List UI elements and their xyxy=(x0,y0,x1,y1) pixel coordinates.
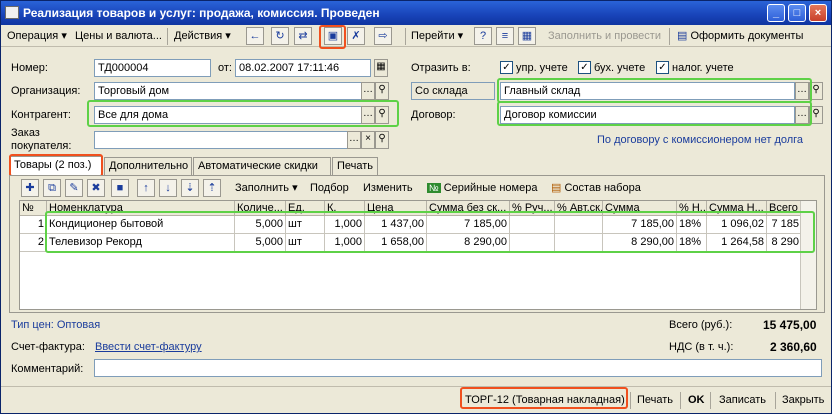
move-up-icon[interactable]: ↑ xyxy=(137,179,155,197)
customer-order-field[interactable] xyxy=(94,131,348,149)
warehouse-mode-select[interactable]: Со склада xyxy=(411,82,495,100)
comment-field[interactable] xyxy=(94,359,822,377)
close-window-button[interactable]: × xyxy=(809,4,827,22)
organization-select-button[interactable]: … xyxy=(361,82,375,100)
ok-button[interactable]: OK xyxy=(688,391,705,410)
torg12-highlight xyxy=(460,387,628,409)
tab-additional[interactable]: Дополнительно xyxy=(104,157,192,176)
counterparty-highlight xyxy=(87,100,399,127)
goto-menu[interactable]: Перейти ▾ xyxy=(411,28,463,45)
tab-auto-discounts[interactable]: Автоматические скидки xyxy=(193,157,331,176)
operation-menu[interactable]: Операция ▾ xyxy=(7,28,67,45)
serial-numbers-icon: № xyxy=(427,183,441,193)
calendar-icon[interactable]: ▦ xyxy=(374,59,388,77)
window-title: Реализация товаров и услуг: продажа, ком… xyxy=(23,6,380,20)
order-select-button[interactable]: … xyxy=(347,131,361,149)
organization-label: Организация: xyxy=(11,85,81,97)
delete-row-icon[interactable]: ✖ xyxy=(87,179,105,197)
contract-highlight xyxy=(497,101,812,126)
tax-accounting-checkbox[interactable]: ✓ xyxy=(656,61,669,74)
change-button[interactable]: Изменить xyxy=(363,180,413,197)
main-toolbar: Операция ▾ Цены и валюта... Действия ▾ ←… xyxy=(1,25,831,49)
save-button[interactable]: Записать xyxy=(719,391,766,410)
make-documents-button[interactable]: ▤ Оформить документы xyxy=(677,28,803,45)
kit-icon: ▤ xyxy=(551,182,562,194)
kit-contents-button[interactable]: ▤ Состав набора xyxy=(551,180,641,197)
date-field[interactable]: 08.02.2007 17:11:46 xyxy=(235,59,371,77)
table-cell[interactable]: 1 xyxy=(20,216,47,234)
toolbar-separator xyxy=(167,28,168,45)
mgmt-accounting-checkbox[interactable]: ✓ xyxy=(500,61,513,74)
prices-currency-button[interactable]: Цены и валюта... xyxy=(75,28,162,45)
structure-icon[interactable]: ≡ xyxy=(496,27,514,45)
post-icon-highlight xyxy=(319,25,346,49)
subordinate-docs-icon[interactable]: ▦ xyxy=(518,27,536,45)
date-label: от: xyxy=(218,62,232,74)
reflect-label: Отразить в: xyxy=(411,62,471,74)
number-label: Номер: xyxy=(11,62,48,74)
copy-row-icon[interactable]: ⧉ xyxy=(43,179,61,197)
column-header[interactable]: № xyxy=(20,201,47,216)
maximize-button[interactable]: □ xyxy=(788,4,806,22)
fill-menu[interactable]: Заполнить ▾ xyxy=(235,180,298,197)
move-down-icon[interactable]: ↓ xyxy=(159,179,177,197)
contract-label: Договор: xyxy=(411,109,456,121)
commission-debt-link[interactable]: По договору с комиссионером нет долга xyxy=(597,134,803,146)
mgmt-accounting-label: упр. учете xyxy=(516,62,568,74)
goods-tab-highlight xyxy=(9,154,103,177)
vat-value: 2 360,60 xyxy=(770,340,817,354)
tax-accounting-label: налог. учете xyxy=(672,62,734,74)
add-row-icon[interactable]: ✚ xyxy=(21,179,39,197)
price-type-link[interactable]: Тип цен: Оптовая xyxy=(11,319,100,331)
document-window: Реализация товаров и услуг: продажа, ком… xyxy=(0,0,832,414)
total-label: Всего (руб.): xyxy=(669,319,733,331)
sort-desc-icon[interactable]: ⇡ xyxy=(203,179,221,197)
edit-row-icon[interactable]: ✎ xyxy=(65,179,83,197)
comment-label: Комментарий: xyxy=(11,363,84,375)
invoice-label: Счет-фактура: xyxy=(11,341,85,353)
accounting-checkbox[interactable]: ✓ xyxy=(578,61,591,74)
actions-menu[interactable]: Действия ▾ xyxy=(174,28,231,45)
accounting-label: бух. учете xyxy=(594,62,646,74)
order-clear-icon[interactable]: × xyxy=(361,131,375,149)
toolbar-separator xyxy=(630,392,631,409)
toolbar-separator xyxy=(775,392,776,409)
close-button[interactable]: Закрыть xyxy=(782,391,824,410)
table-cell[interactable]: 2 xyxy=(20,234,47,252)
total-value: 15 475,00 xyxy=(763,318,817,332)
fill-and-post-button[interactable]: Заполнить и провести xyxy=(548,28,661,45)
help-icon[interactable]: ? xyxy=(474,27,492,45)
arrow-left-icon[interactable]: ← xyxy=(246,27,264,45)
organization-open-icon[interactable]: ⚲ xyxy=(375,82,389,100)
toolbar-separator xyxy=(680,392,681,409)
order-label-2: покупателя: xyxy=(11,140,72,152)
unpost-document-icon[interactable]: ✗ xyxy=(347,27,365,45)
end-edit-icon[interactable]: ■ xyxy=(111,179,129,197)
copy-doc-icon[interactable]: ⇄ xyxy=(294,27,312,45)
counterparty-label: Контрагент: xyxy=(11,109,71,121)
document-icon xyxy=(5,6,19,19)
order-open-icon[interactable]: ⚲ xyxy=(375,131,389,149)
serial-numbers-button[interactable]: № Серийные номера xyxy=(427,180,537,197)
order-label: Заказ xyxy=(11,127,40,139)
goods-rows-highlight xyxy=(45,211,815,253)
vat-label: НДС (в т. ч.): xyxy=(669,341,734,353)
toolbar-separator xyxy=(710,392,711,409)
sort-asc-icon[interactable]: ⇣ xyxy=(181,179,199,197)
toolbar-separator xyxy=(669,28,670,45)
based-on-icon[interactable]: ⇨ xyxy=(374,27,392,45)
print-button[interactable]: Печать xyxy=(637,391,673,410)
minimize-button[interactable]: _ xyxy=(767,4,785,22)
enter-invoice-link[interactable]: Ввести счет-фактуру xyxy=(95,341,202,353)
bottom-bar: ТОРГ-12 (Товарная накладная) Печать OK З… xyxy=(1,386,831,413)
warehouse-highlight xyxy=(497,78,812,103)
select-button[interactable]: Подбор xyxy=(310,180,349,197)
refresh-icon[interactable]: ↻ xyxy=(271,27,289,45)
toolbar-separator xyxy=(405,28,406,45)
number-field[interactable]: ТД000004 xyxy=(94,59,211,77)
title-bar[interactable]: Реализация товаров и услуг: продажа, ком… xyxy=(1,1,831,25)
organization-field[interactable]: Торговый дом xyxy=(94,82,362,100)
documents-icon: ▤ xyxy=(677,30,691,42)
tab-print[interactable]: Печать xyxy=(332,157,378,176)
